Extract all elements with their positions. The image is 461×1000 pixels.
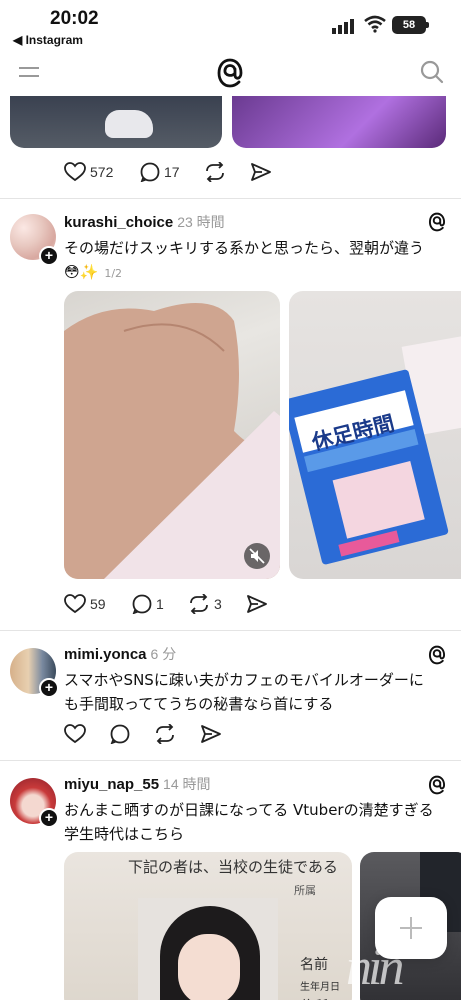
emoji: 😳✨ [64,263,99,281]
heart-icon [64,724,86,744]
doc-birth-label: 生年月日 [300,982,340,993]
repost-icon [156,724,174,744]
threads-logo[interactable] [216,58,244,88]
reply-button[interactable]: 17 [140,162,180,182]
like-count: 59 [90,596,106,612]
face-shape [178,934,240,1000]
plus-icon [400,927,422,929]
send-icon [251,163,271,181]
post-image-student-id[interactable]: 下記の者は、当校の生徒である 所属 名前 生年月日 住所 [64,852,352,1000]
comment-icon [140,162,160,182]
username-text: miyu_nap_55 [64,776,160,793]
repost-button[interactable] [204,162,226,182]
post-image-foot[interactable] [64,291,280,579]
battery-indicator: 58 [392,16,429,34]
reply-button[interactable]: 1 [132,594,164,614]
post-text: スマホやSNSに疎い夫がカフェのモバイルオーダーに も手間取っててうちの秘書なら… [64,668,444,716]
post-text-line: 学生時代はこちら [64,825,185,843]
reply-count: 1 [156,596,164,612]
post-username[interactable]: mimi.yonca 6 分 [64,644,176,664]
heart-icon [64,594,86,614]
share-button[interactable] [250,162,272,182]
post-time: 6 分 [150,646,177,662]
post-actions: 59 1 3 [64,594,364,618]
threads-logo[interactable] [428,775,446,795]
repost-button[interactable]: 3 [188,594,222,614]
top-nav [0,52,461,96]
post-text-line: その場だけスッキリする系かと思ったら、翌朝が違う [64,239,425,257]
follow-plus-button[interactable]: + [39,808,59,828]
post-actions [64,724,364,748]
post-text: おんまこ晒すのが日課になってる Vtuberの清楚すぎる 学生時代はこちら [64,798,444,846]
comment-icon [110,724,130,744]
repost-icon [190,594,208,614]
send-icon [247,595,267,613]
back-to-instagram[interactable]: ◀ Instagram [13,33,83,47]
share-button[interactable] [200,724,222,744]
menu-icon[interactable] [19,64,39,80]
post-username[interactable]: miyu_nap_55 14 時間 [64,774,211,794]
like-button[interactable]: 572 [64,162,113,182]
previous-post-image-1[interactable] [10,96,222,148]
like-button[interactable]: 59 [64,594,106,614]
compose-button[interactable] [375,897,447,959]
divider [0,630,461,631]
reply-count: 17 [164,164,180,180]
post-text-line: スマホやSNSに疎い夫がカフェのモバイルオーダーに [64,671,424,689]
carousel-pager: 1/2 [104,267,123,280]
divider [0,198,461,199]
repost-count: 3 [214,596,222,612]
foot-illustration [64,303,280,579]
reply-button[interactable] [110,724,130,744]
heart-icon [64,162,86,182]
shoe-shape [105,110,153,138]
signal-icon [332,19,354,34]
comment-icon [132,594,152,614]
post-text-line: 😳✨ 1/2 [64,260,444,286]
post-time: 23 時間 [177,214,225,230]
threads-logo[interactable] [428,645,446,665]
mute-icon[interactable] [244,543,270,569]
like-button[interactable] [64,724,86,744]
previous-post-image-2[interactable] [232,96,446,148]
post-text-line: も手間取っててうちの秘書なら首にする [64,695,334,713]
follow-plus-button[interactable]: + [39,246,59,266]
share-button[interactable] [246,594,268,614]
search-icon[interactable] [420,60,444,84]
wifi-icon [364,15,386,33]
divider [0,760,461,761]
username-text: kurashi_choice [64,214,174,231]
threads-logo[interactable] [428,212,446,232]
repost-button[interactable] [154,724,176,744]
post-image-package[interactable]: 休足時間 [289,291,461,579]
post-text: その場だけスッキリする系かと思ったら、翌朝が違う 😳✨ 1/2 [64,236,444,286]
post-username[interactable]: kurashi_choice 23 時間 [64,212,225,232]
status-bar: 20:02 ◀ Instagram 58 [0,0,461,52]
send-icon [201,725,221,743]
follow-plus-button[interactable]: + [39,678,59,698]
doc-name-label: 名前 [300,957,328,973]
previous-post-actions: 572 17 [64,162,364,186]
doc-address-label: 住所 [300,996,328,1000]
repost-icon [206,162,224,182]
status-time: 20:02 [50,8,99,29]
post-text-line: おんまこ晒すのが日課になってる Vtuberの清楚すぎる [64,801,434,819]
post-time: 14 時間 [163,776,211,792]
like-count: 572 [90,164,114,180]
student-photo [138,898,278,1000]
doc-affiliation: 所属 [294,884,316,897]
username-text: mimi.yonca [64,646,147,663]
doc-heading: 下記の者は、当校の生徒である [128,858,338,876]
